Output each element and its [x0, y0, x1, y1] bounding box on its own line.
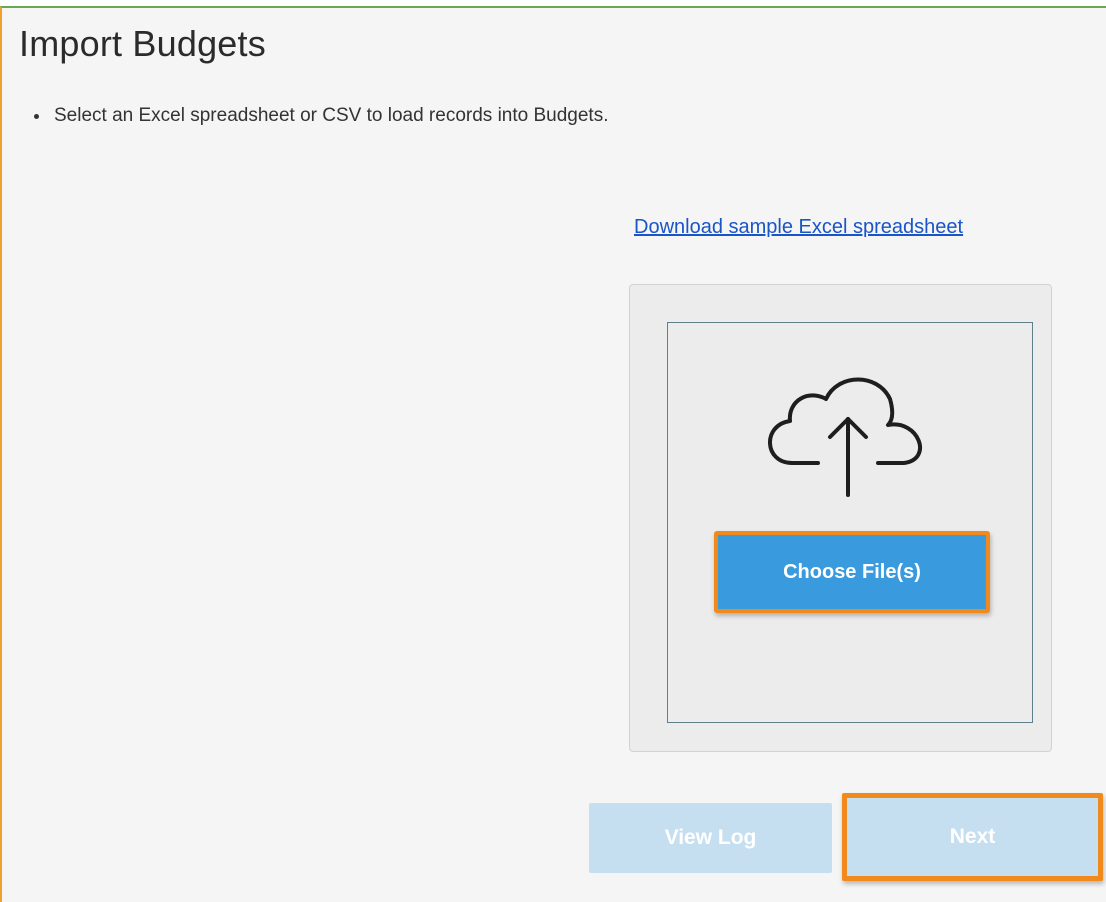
instructions-list: Select an Excel spreadsheet or CSV to lo… — [34, 104, 609, 128]
bullet-icon — [34, 114, 39, 119]
choose-files-button[interactable]: Choose File(s) — [714, 531, 990, 613]
instruction-text: Select an Excel spreadsheet or CSV to lo… — [54, 105, 609, 126]
cloud-upload-icon — [768, 377, 923, 497]
import-budgets-dialog: Import Budgets Select an Excel spreadshe… — [0, 6, 1106, 902]
instruction-item: Select an Excel spreadsheet or CSV to lo… — [34, 104, 609, 128]
download-sample-link[interactable]: Download sample Excel spreadsheet — [634, 216, 963, 239]
view-log-button[interactable]: View Log — [589, 803, 832, 873]
page-title: Import Budgets — [19, 23, 266, 64]
upload-panel: Choose File(s) — [629, 284, 1052, 752]
file-drop-zone[interactable]: Choose File(s) — [667, 322, 1033, 723]
next-button[interactable]: Next — [842, 793, 1103, 881]
